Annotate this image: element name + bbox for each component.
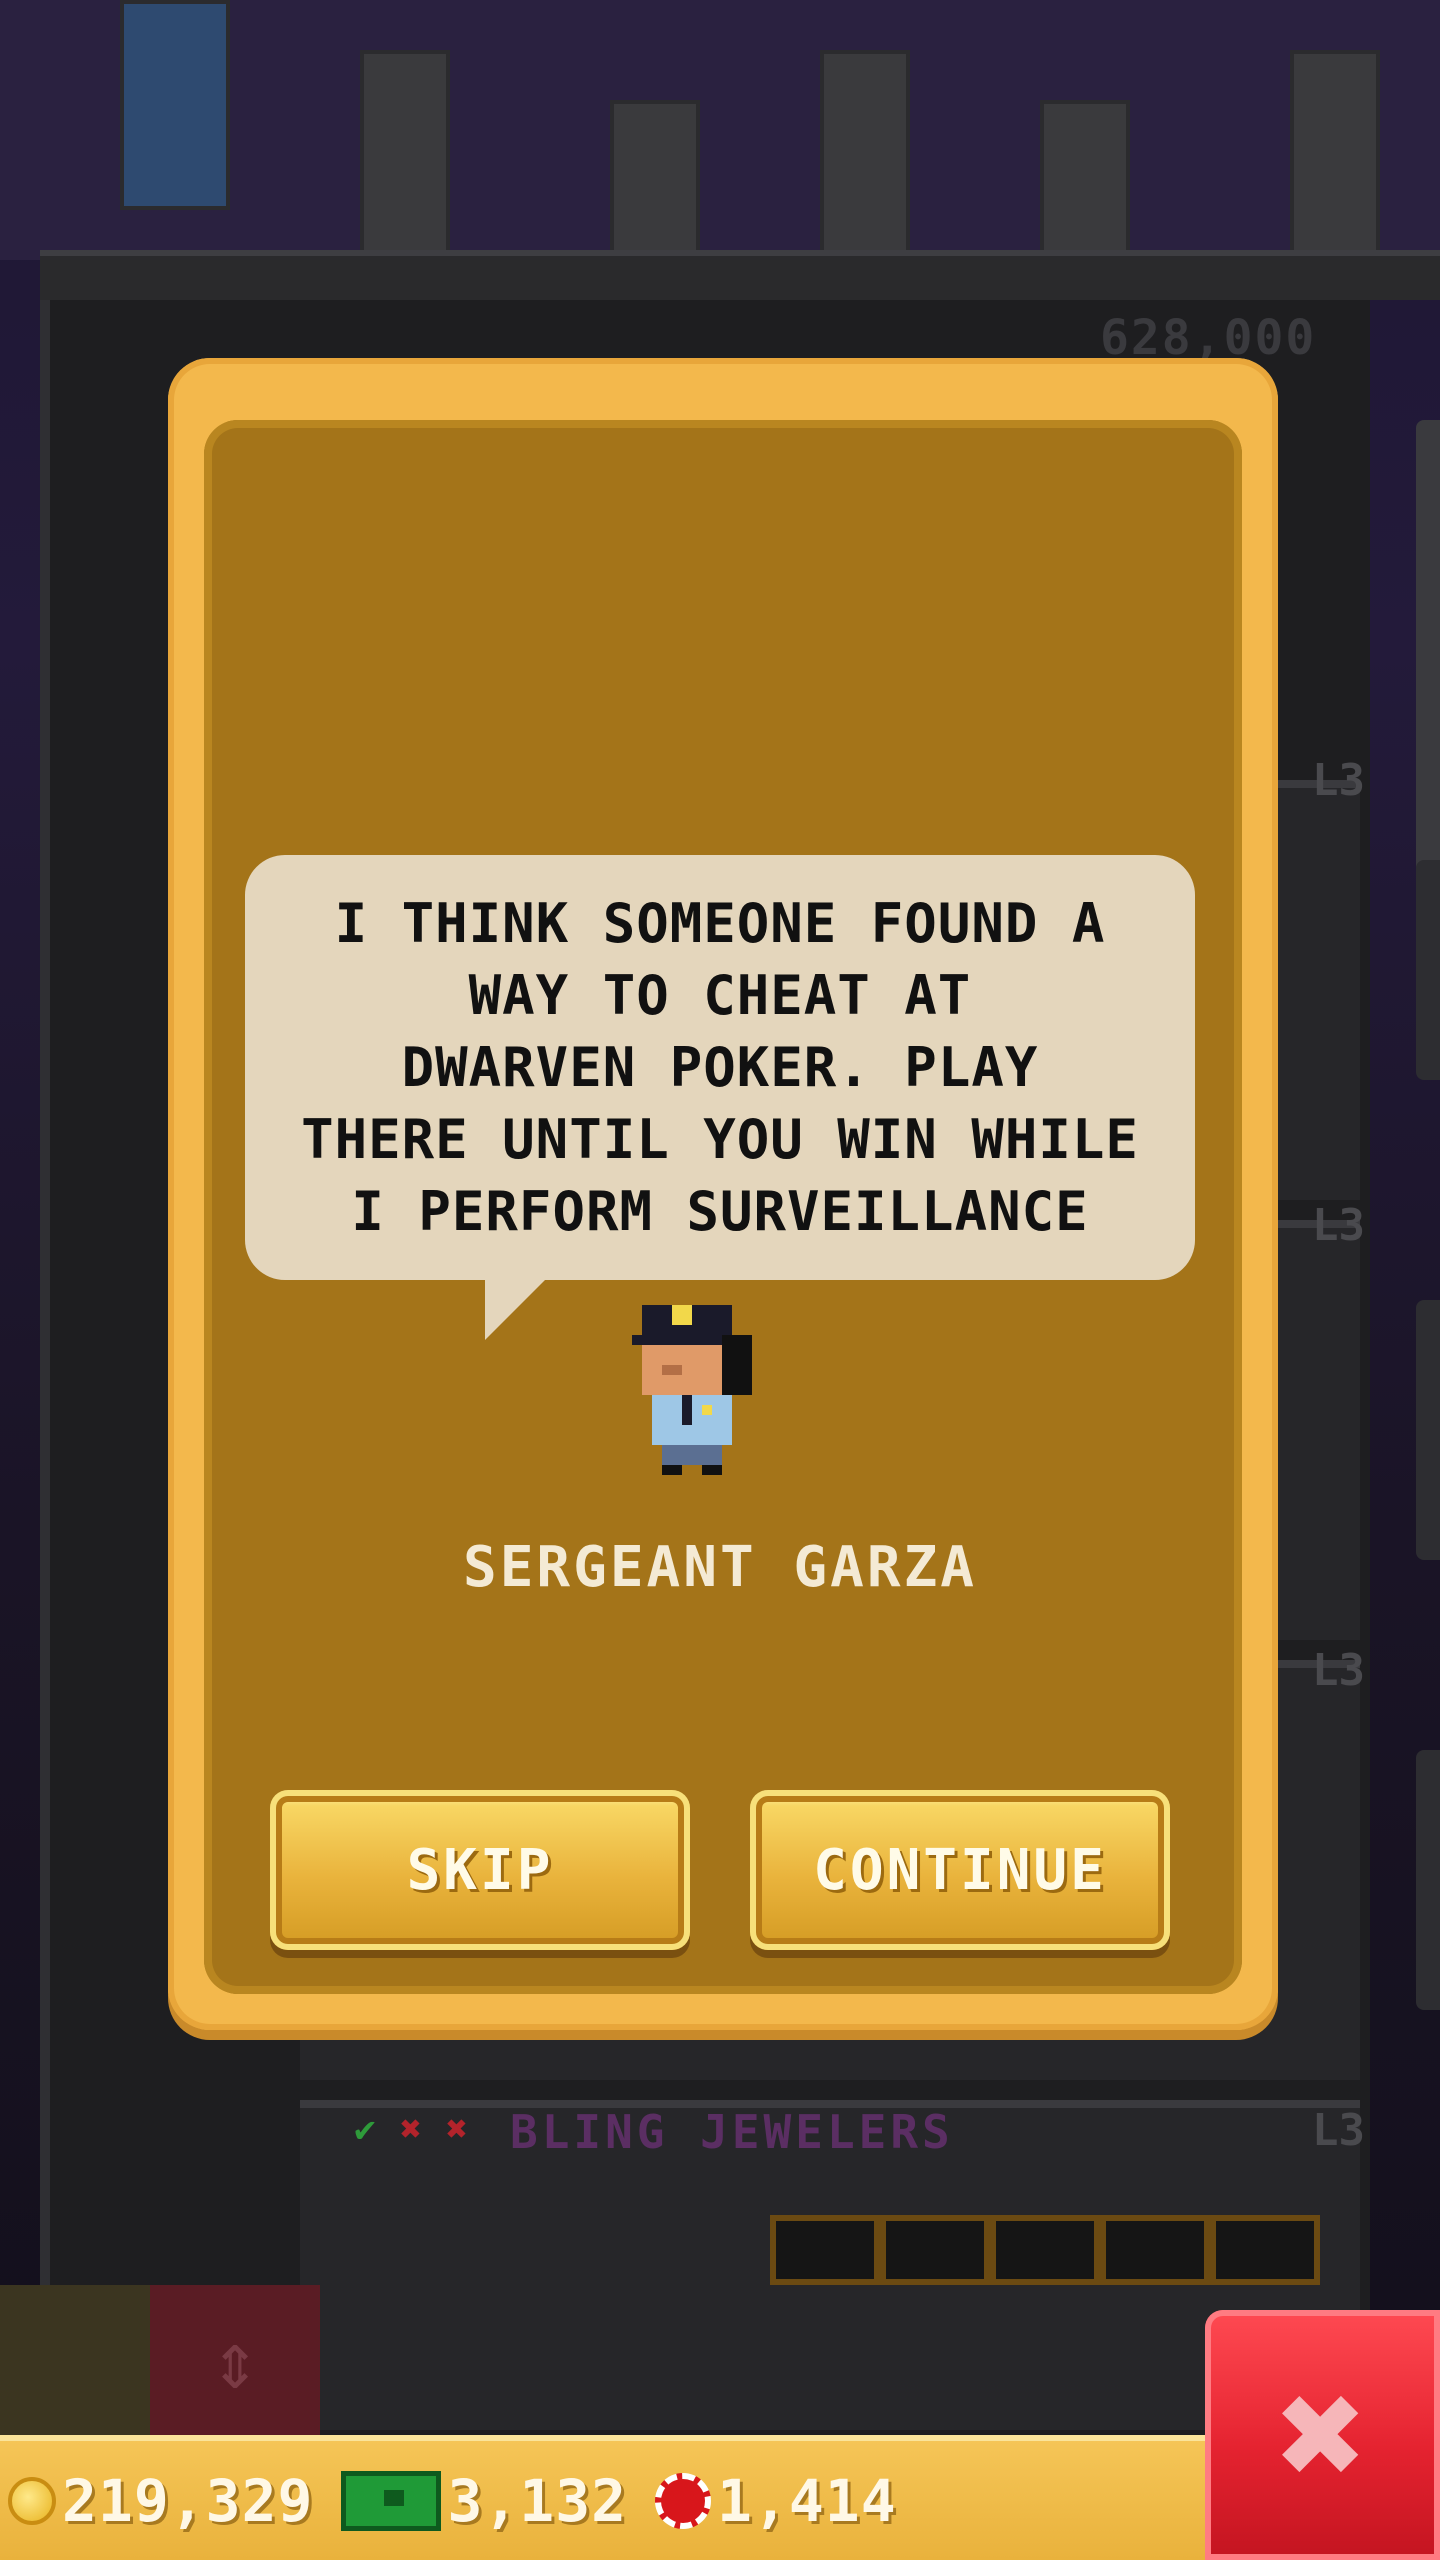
- speech-bubble: I THINK SOMEONE FOUND A WAY TO CHEAT AT …: [245, 855, 1195, 1280]
- building: [120, 0, 230, 210]
- stocked-check-icon: ✔: [354, 2109, 376, 2150]
- speech-text: I THINK SOMEONE FOUND A WAY TO CHEAT AT …: [301, 891, 1139, 1243]
- floor-level: L3: [1312, 1200, 1365, 1251]
- chips-display[interactable]: 1,414: [645, 2467, 897, 2535]
- coin-icon: [8, 2476, 56, 2525]
- display-case: [990, 2215, 1100, 2285]
- bux-value: 3,132: [447, 2466, 628, 2535]
- close-icon: ✖: [1277, 2348, 1368, 2522]
- floor-stock-status: ✔ ✖ ✖: [345, 2110, 477, 2150]
- chip-icon: [655, 2472, 712, 2529]
- currency-bar: 219,329 3,132 1,414: [0, 2435, 1210, 2560]
- close-button[interactable]: ✖: [1205, 2310, 1440, 2560]
- coins-display[interactable]: 219,329: [8, 2467, 313, 2535]
- elevator-button[interactable]: ⇕: [150, 2285, 320, 2435]
- build-tool-button[interactable]: [0, 2285, 150, 2435]
- display-case: [1100, 2215, 1210, 2285]
- empty-cross-icon: ✖: [446, 2109, 468, 2150]
- character-name: SERGEANT GARZA: [462, 1535, 977, 1600]
- chips-value: 1,414: [717, 2466, 897, 2535]
- tower-roof: [40, 250, 1440, 300]
- police-officer-character-icon: [632, 1305, 752, 1475]
- side-panel: [1416, 860, 1440, 1080]
- building: [820, 50, 910, 260]
- display-case: [1210, 2215, 1320, 2285]
- side-scroll-panel[interactable]: [1416, 420, 1440, 890]
- side-panel: [1416, 1750, 1440, 2010]
- bux-display[interactable]: 3,132: [331, 2467, 627, 2535]
- bux-icon: [341, 2470, 442, 2531]
- side-panel: [1416, 1300, 1440, 1560]
- floor-level: L3: [1312, 755, 1365, 806]
- skip-label: SKIP: [406, 1837, 554, 1903]
- building: [360, 50, 450, 260]
- building: [1040, 100, 1130, 260]
- floor-name: BLING JEWELERS: [510, 2105, 954, 2159]
- floor-level: L3: [1312, 1645, 1365, 1696]
- building: [1290, 50, 1380, 260]
- display-case: [880, 2215, 990, 2285]
- skip-button[interactable]: SKIP: [270, 1790, 690, 1950]
- tool-buttons: ⇕: [0, 2285, 320, 2435]
- continue-label: CONTINUE: [813, 1837, 1107, 1903]
- empty-cross-icon: ✖: [400, 2109, 422, 2150]
- speech-bubble-tail: [485, 1278, 547, 1340]
- building: [610, 100, 700, 260]
- floor-level: L3: [1312, 2105, 1365, 2156]
- display-case: [770, 2215, 880, 2285]
- continue-button[interactable]: CONTINUE: [750, 1790, 1170, 1950]
- coins-value: 219,329: [62, 2466, 314, 2535]
- up-down-arrows-icon: ⇕: [210, 2313, 260, 2407]
